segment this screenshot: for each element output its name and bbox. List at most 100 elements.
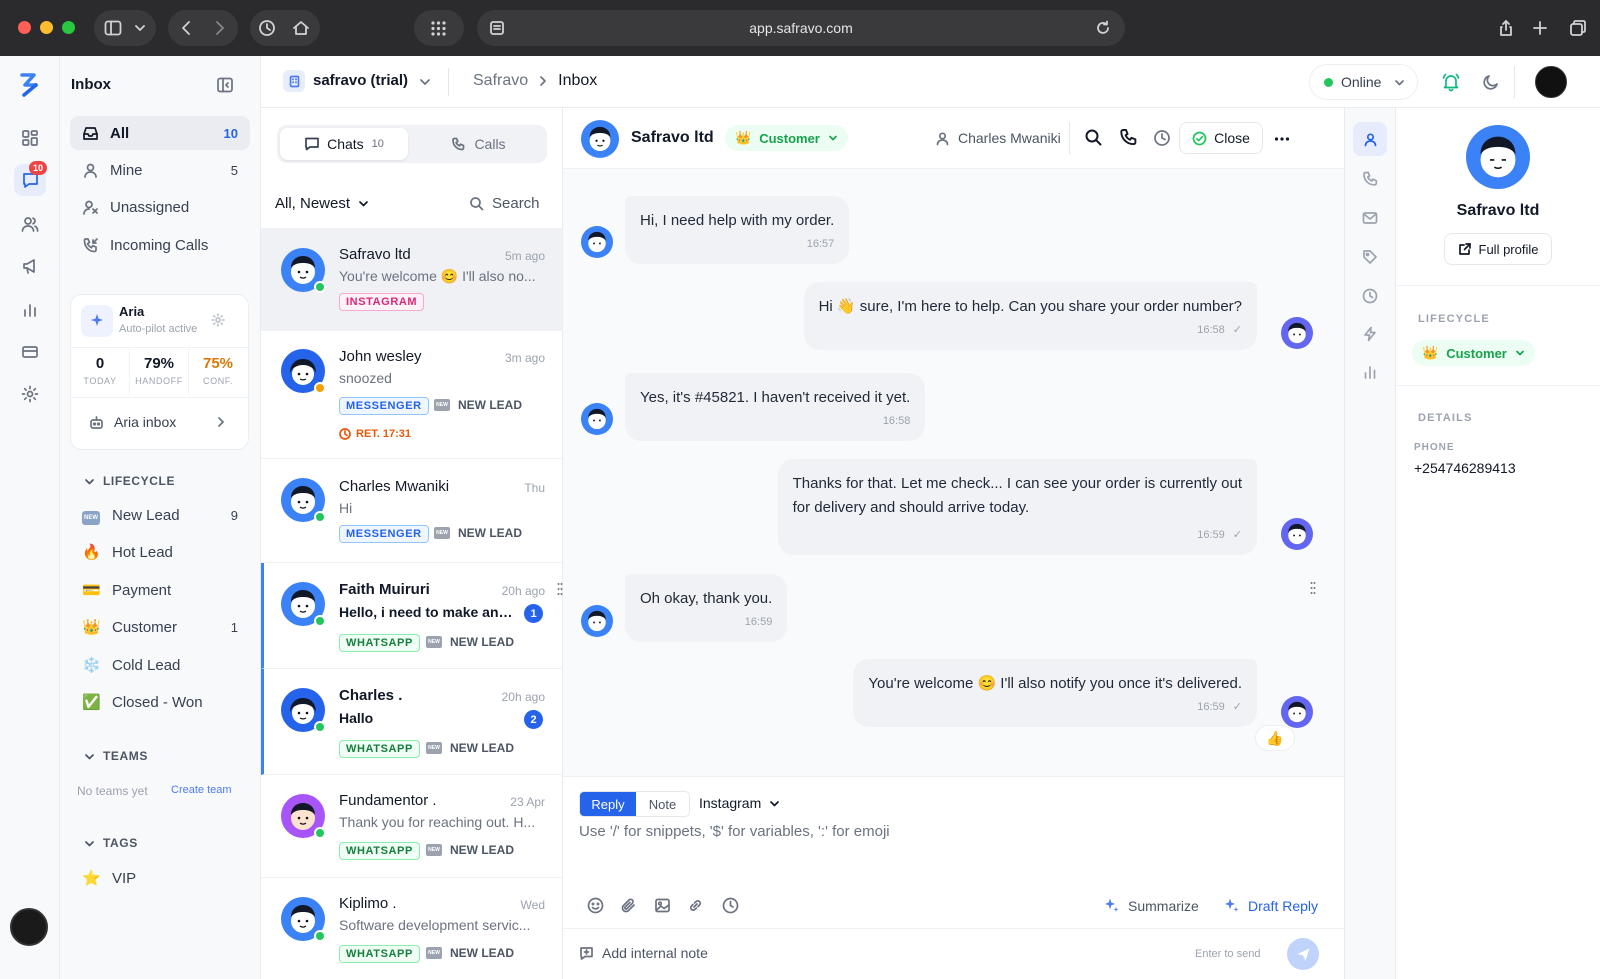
assignee-selector[interactable]: Charles Mwaniki [935, 130, 1061, 146]
conversation-item-charles-mwaniki[interactable]: Charles Mwaniki Thu Hi MESSENGER NEW NEW … [261, 459, 563, 563]
full-profile-button[interactable]: Full profile [1444, 233, 1552, 265]
create-team-link[interactable]: Create team [171, 784, 232, 796]
lifecycle-item-new-lead[interactable]: NEW New Lead 9 [70, 498, 250, 532]
message-bubble-incoming: Yes, it's #45821. I haven't received it … [625, 373, 926, 441]
billing-card-icon[interactable] [14, 336, 46, 368]
sidebar-toggle-group[interactable] [94, 10, 156, 46]
home-icon[interactable] [292, 19, 310, 37]
nav-item-mine[interactable]: Mine 5 [70, 153, 250, 187]
page-menu-icon[interactable] [489, 20, 505, 36]
address-bar[interactable]: app.safravo.com [477, 10, 1125, 46]
chat-search-button[interactable]: Search [469, 195, 540, 212]
nav-item-unassigned[interactable]: Unassigned [70, 190, 250, 224]
tag-item-vip[interactable]: ⭐ VIP [70, 861, 250, 895]
conversation-item-charles[interactable]: Charles . 20h ago Hallo 2 WHATSAPP NEW NE… [261, 669, 563, 775]
history-icon[interactable] [258, 19, 276, 37]
add-internal-note-button[interactable]: Add internal note [579, 945, 708, 961]
conversation-item-kiplimo[interactable]: Kiplimo . Wed Software development servi… [261, 878, 563, 979]
send-button[interactable] [1287, 938, 1319, 970]
more-options-icon[interactable] [1273, 130, 1291, 148]
safravo-logo-icon[interactable] [16, 71, 44, 99]
email-icon[interactable] [1362, 210, 1378, 226]
teams-section-header[interactable]: TEAMS [84, 749, 148, 763]
forward-icon[interactable] [210, 19, 228, 37]
star-icon: ⭐ [82, 870, 101, 887]
close-window-button[interactable] [18, 21, 31, 34]
share-icon[interactable] [1488, 10, 1524, 46]
emoji-icon[interactable] [587, 897, 604, 914]
resize-handle[interactable] [1310, 581, 1316, 595]
activity-clock-icon[interactable] [1362, 288, 1378, 304]
sort-filter-dropdown[interactable]: All, Newest [275, 195, 369, 212]
aria-inbox-link[interactable]: Aria inbox [79, 405, 240, 439]
close-conversation-button[interactable]: Close [1179, 122, 1263, 154]
nav-item-all[interactable]: All 10 [70, 116, 250, 150]
chevron-down-icon [829, 135, 837, 141]
aria-status: Auto-pilot active [119, 323, 198, 335]
tags-section-header[interactable]: TAGS [84, 836, 138, 850]
minimize-window-button[interactable] [40, 21, 53, 34]
reaction-thumbs-up[interactable]: 👍 [1255, 725, 1295, 751]
conversation-item-safravo-ltd[interactable]: Safravo ltd 5m ago You're welcome 😊 I'll… [261, 229, 563, 331]
user-avatar[interactable] [10, 908, 48, 946]
dashboard-icon[interactable] [14, 122, 46, 154]
note-mode-tab[interactable]: Note [636, 792, 689, 816]
apps-grid-button[interactable] [414, 10, 464, 46]
tab-calls[interactable]: Calls [413, 128, 544, 160]
settings-gear-icon[interactable] [14, 378, 46, 410]
analytics-chart-icon[interactable] [1362, 364, 1378, 380]
reload-icon[interactable] [1095, 20, 1111, 36]
broadcast-megaphone-icon[interactable] [14, 250, 46, 282]
automation-bolt-icon[interactable] [1362, 326, 1378, 342]
message-bubble-incoming: Hi, I need help with my order. 16:57 [625, 196, 850, 264]
call-phone-icon[interactable] [1119, 128, 1138, 147]
draft-reply-button[interactable]: Draft Reply [1223, 897, 1318, 914]
lifecycle-item-customer[interactable]: 👑 Customer 1 [70, 610, 250, 644]
account-avatar[interactable] [1535, 66, 1567, 98]
new-tab-icon[interactable] [1522, 10, 1558, 46]
tab-chats[interactable]: Chats 10 [280, 128, 408, 160]
lifecycle-stage-dropdown[interactable]: 👑 Customer [725, 125, 848, 151]
contact-info-icon[interactable] [1353, 122, 1387, 156]
conversation-item-faith-muiruri[interactable]: Faith Muiruri 20h ago Hello, i need to m… [261, 563, 563, 669]
schedule-clock-icon[interactable] [722, 897, 739, 914]
workspace-switcher[interactable]: safravo (trial) [313, 72, 408, 89]
nav-item-incoming-calls[interactable]: Incoming Calls [70, 228, 250, 262]
reply-mode-tab[interactable]: Reply [580, 792, 636, 816]
search-icon[interactable] [1084, 128, 1103, 147]
conversation-item-john-wesley[interactable]: John wesley 3m ago snoozed MESSENGER NEW… [261, 331, 563, 459]
call-history-icon[interactable] [1362, 171, 1378, 187]
collapse-sidebar-icon[interactable] [216, 76, 234, 94]
image-icon[interactable] [654, 897, 671, 914]
reports-chart-icon[interactable] [14, 294, 46, 326]
link-icon[interactable] [687, 897, 704, 914]
crown-icon: 👑 [735, 130, 752, 145]
lifecycle-item-cold-lead[interactable]: ❄️ Cold Lead [70, 648, 250, 682]
presence-status-dropdown[interactable]: Online [1309, 64, 1418, 100]
breadcrumb: Safravo Inbox [473, 72, 597, 90]
profile-lifecycle-dropdown[interactable]: 👑 Customer [1412, 340, 1535, 366]
reply-channel-dropdown[interactable]: Instagram [699, 795, 780, 811]
message-input[interactable]: Use '/' for snippets, '$' for variables,… [579, 823, 1319, 873]
contact-avatar[interactable] [581, 120, 619, 158]
inbox-chat-icon[interactable]: 10 [14, 161, 47, 196]
contacts-icon[interactable] [14, 208, 46, 240]
lifecycle-item-payment[interactable]: 💳 Payment [70, 573, 250, 607]
breadcrumb-safravo[interactable]: Safravo [473, 72, 528, 90]
summarize-button[interactable]: Summarize [1103, 897, 1199, 914]
lifecycle-section-header[interactable]: LIFECYCLE [84, 474, 175, 488]
attachment-paperclip-icon[interactable] [620, 897, 637, 914]
tab-overview-icon[interactable] [1560, 10, 1596, 46]
lifecycle-item-closed-won[interactable]: ✅ Closed - Won [70, 685, 250, 719]
zoom-window-button[interactable] [62, 21, 75, 34]
snooze-clock-icon[interactable] [1153, 129, 1171, 147]
lifecycle-item-hot-lead[interactable]: 🔥 Hot Lead [70, 535, 250, 569]
dark-mode-moon-icon[interactable] [1482, 73, 1500, 91]
notification-bell-icon[interactable] [1441, 72, 1461, 92]
conversation-item-fundamentor[interactable]: Fundamentor . 23 Apr Thank you for reach… [261, 775, 563, 878]
aria-settings-icon[interactable] [211, 313, 225, 327]
teams-empty-text: No teams yet [77, 784, 148, 798]
user-icon [82, 162, 100, 179]
back-icon[interactable] [178, 19, 196, 37]
tag-icon[interactable] [1362, 249, 1378, 265]
